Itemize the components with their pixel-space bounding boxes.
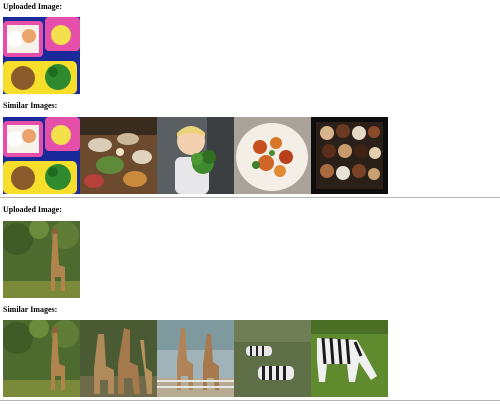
group-divider [0,400,500,401]
uploaded-image-bento[interactable] [3,17,80,94]
similar-image-1[interactable] [3,320,80,397]
meat-plate-image [234,117,311,194]
buffet-table-image [80,117,157,194]
group-divider [0,197,500,198]
giraffe-trees-image [3,320,80,397]
uploaded-image-row [3,221,80,298]
donut-box-image [311,117,388,194]
child-with-broccoli-image [157,117,234,194]
similar-image-3[interactable] [157,117,234,194]
similar-images-label: Similar Images: [3,101,58,110]
zebras-field-image [234,320,311,397]
similar-image-2[interactable] [80,320,157,397]
similar-image-2[interactable] [80,117,157,194]
uploaded-image-giraffe[interactable] [3,221,80,298]
uploaded-image-row [3,17,80,94]
similar-image-1[interactable] [3,117,80,194]
similar-images-label: Similar Images: [3,305,58,314]
similar-images-row [3,117,388,194]
uploaded-image-label: Uploaded Image: [3,2,62,11]
similar-image-3[interactable] [157,320,234,397]
similar-image-5[interactable] [311,320,388,397]
similar-images-row [3,320,388,397]
zebra-grazing-image [311,320,388,397]
giraffes-zoo-image [157,320,234,397]
uploaded-image-label: Uploaded Image: [3,205,62,214]
giraffe-trees-image [3,221,80,298]
bento-lunchbox-image [3,17,80,94]
image-search-results: Uploaded Image: Similar Images: Uploaded… [0,0,500,405]
similar-image-4[interactable] [234,320,311,397]
giraffes-group-image [80,320,157,397]
bento-lunchbox-image [3,117,80,194]
similar-image-5[interactable] [311,117,388,194]
similar-image-4[interactable] [234,117,311,194]
